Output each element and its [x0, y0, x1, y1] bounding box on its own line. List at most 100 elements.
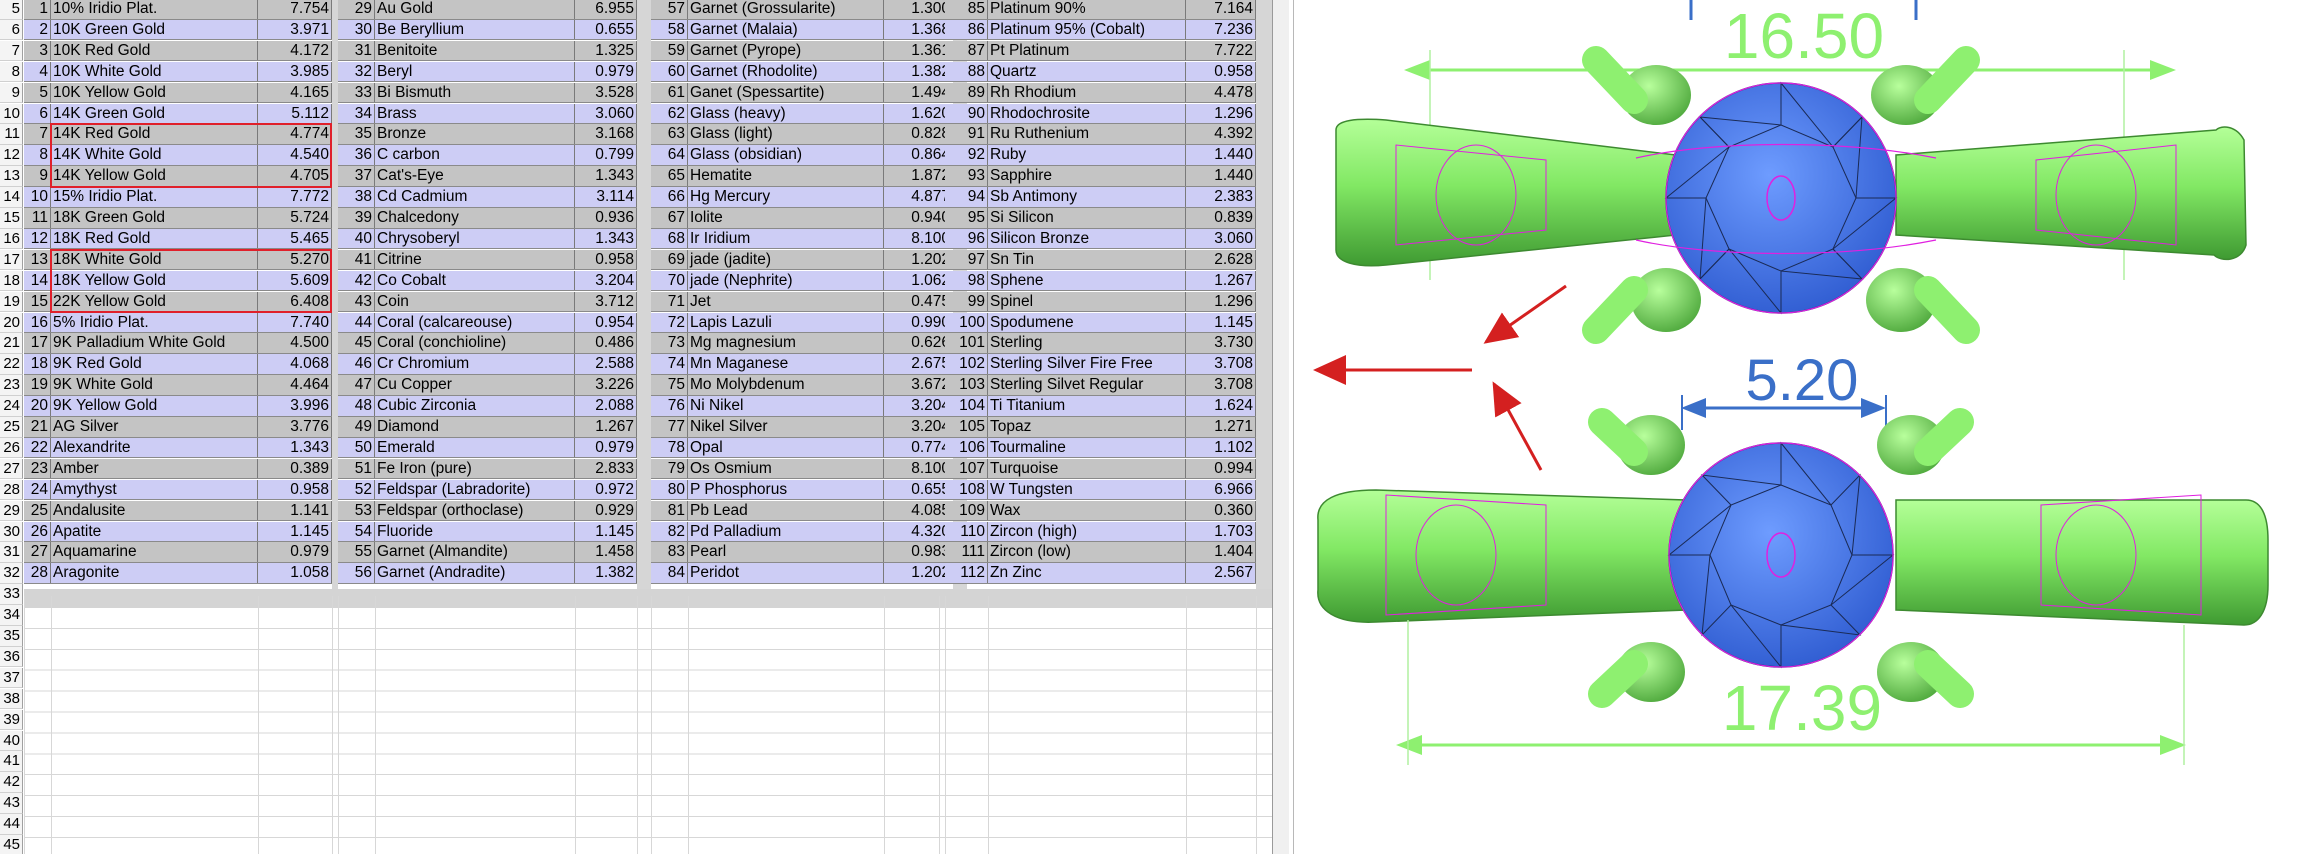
row-header[interactable]: 24	[0, 396, 23, 417]
material-name-cell[interactable]: Turquoise	[988, 458, 1186, 479]
material-index-cell[interactable]: 83	[651, 542, 688, 562]
row-header[interactable]: 30	[0, 521, 23, 542]
density-cell[interactable]: 1.141	[258, 500, 332, 521]
material-name-cell[interactable]: Zircon (high)	[988, 521, 1186, 541]
row-header[interactable]: 34	[0, 605, 23, 626]
density-cell[interactable]: 0.799	[575, 145, 637, 165]
material-name-cell[interactable]: 9K Red Gold	[51, 354, 258, 374]
material-index-cell[interactable]: 105	[945, 417, 988, 437]
table-row[interactable]: 81 Pb Lead 4.085	[651, 500, 953, 522]
material-index-cell[interactable]: 42	[338, 270, 375, 291]
material-name-cell[interactable]: Sterling Silver Fire Free	[988, 354, 1186, 374]
material-name-cell[interactable]: Co Cobalt	[375, 270, 575, 291]
material-name-cell[interactable]: Lapis Lazuli	[688, 312, 884, 332]
row-header[interactable]: 25	[0, 417, 23, 438]
table-row[interactable]: 46 Cr Chromium 2.588	[338, 354, 637, 375]
material-name-cell[interactable]: Glass (heavy)	[688, 103, 884, 123]
table-row[interactable]: 92 Ruby 1.440	[945, 145, 1256, 166]
density-cell[interactable]: 1.382	[884, 61, 953, 82]
material-index-cell[interactable]: 3	[24, 40, 51, 61]
density-cell[interactable]: 0.655	[884, 479, 953, 500]
material-index-cell[interactable]: 66	[651, 187, 688, 207]
material-index-cell[interactable]: 9	[24, 166, 51, 186]
density-cell[interactable]: 3.204	[884, 396, 953, 416]
material-name-cell[interactable]: Bi Bismuth	[375, 82, 575, 103]
table-row[interactable]: 90 Rhodochrosite 1.296	[945, 103, 1256, 124]
material-index-cell[interactable]: 37	[338, 166, 375, 186]
density-cell[interactable]: 3.528	[575, 82, 637, 103]
density-cell[interactable]: 0.958	[575, 249, 637, 270]
material-name-cell[interactable]: Au Gold	[375, 0, 575, 19]
material-index-cell[interactable]: 94	[945, 187, 988, 207]
material-index-cell[interactable]: 10	[24, 187, 51, 207]
density-cell[interactable]: 8.100	[884, 228, 953, 249]
density-cell[interactable]: 0.958	[1186, 61, 1256, 82]
material-name-cell[interactable]: Ir Iridium	[688, 228, 884, 249]
material-name-cell[interactable]: Sn Tin	[988, 249, 1186, 270]
density-cell[interactable]: 1.300	[884, 0, 953, 19]
row-header[interactable]: 32	[0, 563, 23, 584]
density-cell[interactable]: 7.772	[258, 187, 332, 207]
material-index-cell[interactable]: 107	[945, 458, 988, 479]
density-cell[interactable]: 5.724	[258, 208, 332, 228]
material-name-cell[interactable]: 5% Iridio Plat.	[51, 312, 258, 332]
density-cell[interactable]: 0.940	[884, 208, 953, 228]
row-header[interactable]: 35	[0, 626, 23, 647]
density-cell[interactable]: 3.708	[1186, 354, 1256, 374]
row-header[interactable]: 39	[0, 709, 23, 731]
material-index-cell[interactable]: 108	[945, 479, 988, 500]
material-index-cell[interactable]: 75	[651, 375, 688, 395]
material-index-cell[interactable]: 17	[24, 333, 51, 353]
table-row[interactable]: 47 Cu Copper 3.226	[338, 375, 637, 396]
density-cell[interactable]: 0.839	[1186, 208, 1256, 228]
material-index-cell[interactable]: 38	[338, 187, 375, 207]
table-row[interactable]: 94 Sb Antimony 2.383	[945, 187, 1256, 208]
table-row[interactable]: 20 9K Yellow Gold 3.996	[24, 396, 332, 417]
row-header[interactable]: 7	[0, 40, 23, 62]
material-index-cell[interactable]: 64	[651, 145, 688, 165]
material-index-cell[interactable]: 6	[24, 103, 51, 123]
density-cell[interactable]: 1.267	[1186, 270, 1256, 291]
material-index-cell[interactable]: 104	[945, 396, 988, 416]
density-cell[interactable]: 1.271	[1186, 417, 1256, 437]
table-row[interactable]: 3 10K Red Gold 4.172	[24, 40, 332, 62]
material-index-cell[interactable]: 106	[945, 437, 988, 458]
material-index-cell[interactable]: 48	[338, 396, 375, 416]
material-index-cell[interactable]: 8	[24, 145, 51, 165]
material-name-cell[interactable]: Os Osmium	[688, 458, 884, 479]
material-index-cell[interactable]: 41	[338, 249, 375, 270]
spreadsheet[interactable]: 5 6 7 8 9 10 11 12 13 14 15 16 17 18 19 20 21 22 23 24 25 26 2…	[0, 0, 1272, 854]
table-row[interactable]: 85 Platinum 90% 7.164	[945, 0, 1256, 20]
table-row[interactable]: 12 18K Red Gold 5.465	[24, 228, 332, 250]
table-row[interactable]: 98 Sphene 1.267	[945, 270, 1256, 292]
table-row[interactable]: 40 Chrysoberyl 1.343	[338, 228, 637, 250]
material-name-cell[interactable]: Fe Iron (pure)	[375, 458, 575, 479]
table-row[interactable]: 109 Wax 0.360	[945, 500, 1256, 522]
density-cell[interactable]: 3.060	[575, 103, 637, 123]
table-row[interactable]: 27 Aquamarine 0.979	[24, 542, 332, 563]
row-header[interactable]: 31	[0, 542, 23, 563]
material-name-cell[interactable]: Bronze	[375, 124, 575, 144]
material-index-cell[interactable]: 73	[651, 333, 688, 353]
table-row[interactable]: 45 Coral (conchioline) 0.486	[338, 333, 637, 354]
material-name-cell[interactable]: P Phosphorus	[688, 479, 884, 500]
table-row[interactable]: 97 Sn Tin 2.628	[945, 249, 1256, 271]
density-cell[interactable]: 1.062	[884, 270, 953, 291]
table-row[interactable]: 31 Benitoite 1.325	[338, 40, 637, 62]
density-cell[interactable]: 4.464	[258, 375, 332, 395]
table-row[interactable]: 86 Platinum 95% (Cobalt) 7.236	[945, 19, 1256, 41]
material-name-cell[interactable]: 9K Yellow Gold	[51, 396, 258, 416]
material-name-cell[interactable]: Coin	[375, 291, 575, 312]
material-name-cell[interactable]: Zn Zinc	[988, 563, 1186, 583]
row-header[interactable]: 44	[0, 814, 23, 835]
material-index-cell[interactable]: 55	[338, 542, 375, 562]
density-cell[interactable]: 4.392	[1186, 124, 1256, 144]
material-name-cell[interactable]: Beryl	[375, 61, 575, 82]
material-name-cell[interactable]: Platinum 90%	[988, 0, 1186, 19]
table-row[interactable]: 67 Iolite 0.940	[651, 208, 953, 229]
table-row[interactable]: 59 Garnet (Pyrope) 1.361	[651, 40, 953, 62]
table-row[interactable]: 60 Garnet (Rhodolite) 1.382	[651, 61, 953, 83]
material-name-cell[interactable]: Nikel Silver	[688, 417, 884, 437]
cad-3d-viewport[interactable]: 16.50 5.20 17.39	[1296, 0, 2299, 854]
density-cell[interactable]: 1.343	[258, 437, 332, 458]
